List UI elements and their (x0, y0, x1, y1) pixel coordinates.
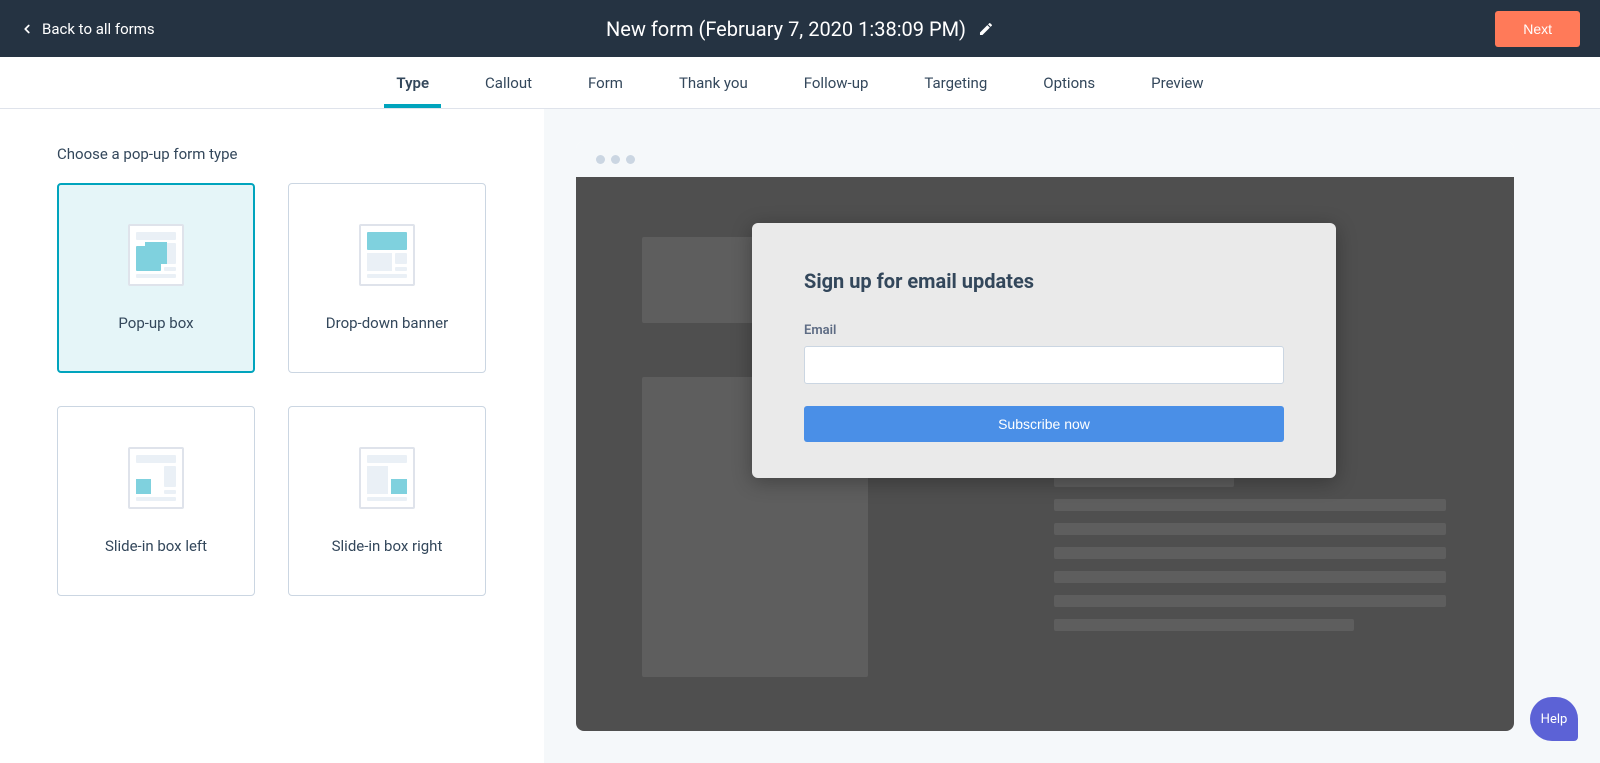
tab-preview[interactable]: Preview (1151, 57, 1203, 108)
chrome-dot-icon (626, 155, 635, 164)
subscribe-button[interactable]: Subscribe now (804, 406, 1284, 442)
card-label: Pop-up box (118, 314, 193, 332)
chrome-dot-icon (611, 155, 620, 164)
slide-left-icon (128, 447, 184, 509)
tab-options[interactable]: Options (1043, 57, 1095, 108)
slide-right-icon (359, 447, 415, 509)
card-label: Slide-in box left (105, 537, 207, 555)
form-type-panel: Choose a pop-up form type (0, 109, 544, 763)
tab-callout[interactable]: Callout (485, 57, 532, 108)
tab-follow-up[interactable]: Follow-up (804, 57, 869, 108)
email-label: Email (804, 323, 1284, 338)
preview-body: Sign up for email updates Email Subscrib… (576, 177, 1514, 731)
skeleton-block (1054, 547, 1446, 559)
skeleton-block (1054, 499, 1446, 511)
card-label: Drop-down banner (326, 314, 448, 332)
back-to-forms-link[interactable]: Back to all forms (20, 20, 155, 38)
email-field[interactable] (804, 346, 1284, 384)
preview-panel: Sign up for email updates Email Subscrib… (544, 109, 1600, 763)
tab-form[interactable]: Form (588, 57, 623, 108)
popup-box-icon (128, 224, 184, 286)
pencil-icon[interactable] (978, 21, 994, 37)
card-slide-in-left[interactable]: Slide-in box left (57, 406, 255, 596)
popup-title: Sign up for email updates (804, 269, 1284, 293)
app-header: Back to all forms New form (February 7, … (0, 0, 1600, 57)
popup-form: Sign up for email updates Email Subscrib… (752, 223, 1336, 478)
page-title: New form (February 7, 2020 1:38:09 PM) (606, 17, 966, 41)
skeleton-block (1054, 619, 1354, 631)
card-slide-in-right[interactable]: Slide-in box right (288, 406, 486, 596)
preview-frame: Sign up for email updates Email Subscrib… (576, 141, 1514, 731)
card-dropdown-banner[interactable]: Drop-down banner (288, 183, 486, 373)
skeleton-block (1054, 523, 1446, 535)
card-popup-box[interactable]: Pop-up box (57, 183, 255, 373)
chrome-dot-icon (596, 155, 605, 164)
dropdown-banner-icon (359, 224, 415, 286)
back-label: Back to all forms (42, 20, 155, 38)
tab-targeting[interactable]: Targeting (924, 57, 987, 108)
tab-type[interactable]: Type (396, 57, 429, 108)
help-button[interactable]: Help (1530, 697, 1578, 741)
header-title-wrap: New form (February 7, 2020 1:38:09 PM) (606, 17, 994, 41)
browser-chrome (576, 141, 1514, 177)
step-tabs: Type Callout Form Thank you Follow-up Ta… (0, 57, 1600, 109)
main-content: Choose a pop-up form type (0, 109, 1600, 763)
form-type-grid: Pop-up box (57, 183, 544, 596)
chevron-left-icon (20, 22, 34, 36)
next-button[interactable]: Next (1495, 11, 1580, 47)
section-title: Choose a pop-up form type (57, 145, 544, 163)
skeleton-block (1054, 595, 1446, 607)
skeleton-block (1054, 571, 1446, 583)
card-label: Slide-in box right (332, 537, 443, 555)
tab-thank-you[interactable]: Thank you (679, 57, 748, 108)
